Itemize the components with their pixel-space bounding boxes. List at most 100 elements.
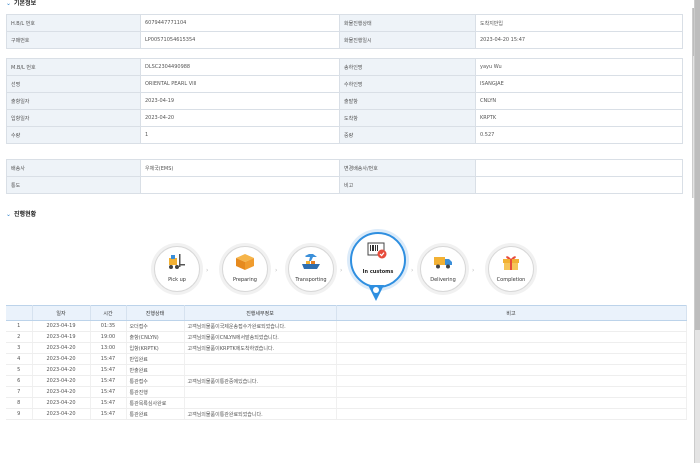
history-header-row: 일자 시간 진행상태 진행세부정보 비고 xyxy=(6,305,687,321)
cell-time: 15:47 xyxy=(90,397,127,409)
info-label: 수량 xyxy=(6,126,141,144)
info-label: 입항일자 xyxy=(6,109,141,127)
info-table-delivery: 배송사 우체국(EMS) 변경배송사/번호 통도 비고 xyxy=(6,159,683,194)
cell-detail: 고객님의물품이KRPTK에도착하였습니다. xyxy=(184,342,337,354)
cell-index: 4 xyxy=(6,353,33,365)
customs-icon xyxy=(367,242,387,259)
info-label: 출발항 xyxy=(339,92,476,110)
cell-status: 통관접수 xyxy=(126,375,185,387)
cell-status: 반입완료 xyxy=(126,353,185,365)
info-row: H.B/L 번호 6079447771104 화물진행상태 도착지반입 xyxy=(6,14,683,32)
table-row[interactable]: 4 2023-04-20 15:47 반입완료 xyxy=(6,353,687,365)
cell-remark xyxy=(336,320,687,332)
table-row[interactable]: 7 2023-04-20 15:47 통관진행 xyxy=(6,386,687,398)
cell-index: 6 xyxy=(6,375,33,387)
info-value: 6079447771104 xyxy=(140,14,340,32)
progress-title-text: 진행현황 xyxy=(14,211,37,218)
info-value: DLSC2304490988 xyxy=(140,58,340,76)
cell-date: 2023-04-20 xyxy=(32,375,91,387)
scrollbar-thumb[interactable] xyxy=(695,0,700,330)
step-label: Completion xyxy=(496,277,526,283)
cell-time: 01:35 xyxy=(90,320,127,332)
cell-time: 13:00 xyxy=(90,342,127,354)
step-transporting: Transporting xyxy=(288,246,334,292)
table-row[interactable]: 1 2023-04-19 01:35 오더접수 고객님의물품이국제운송접수가완료… xyxy=(6,320,687,332)
cell-date: 2023-04-20 xyxy=(32,342,91,354)
history-table: 일자 시간 진행상태 진행세부정보 비고 1 2023-04-19 01:35 … xyxy=(6,305,687,420)
cell-remark xyxy=(336,386,687,398)
cell-status: 통관목록심사완료 xyxy=(126,397,185,409)
table-row[interactable]: 8 2023-04-20 15:47 통관목록심사완료 xyxy=(6,397,687,409)
cell-status: 반출완료 xyxy=(126,364,185,376)
cell-detail xyxy=(184,364,337,376)
ship-plane-icon xyxy=(302,254,320,269)
cell-index: 3 xyxy=(6,342,33,354)
cell-date: 2023-04-20 xyxy=(32,353,91,365)
collapse-arrow-icon[interactable]: ⌄ xyxy=(6,211,11,218)
cell-detail xyxy=(184,386,337,398)
info-value: 0.527 xyxy=(475,126,683,144)
table-row[interactable]: 9 2023-04-20 15:47 통관완료 고객님의물품이통관완료되었습니다… xyxy=(6,408,687,420)
info-label: 화물진행일시 xyxy=(339,31,476,49)
step-delivering: Delivering xyxy=(420,246,466,292)
info-value: 2023-04-20 15:47 xyxy=(475,31,683,49)
cell-remark xyxy=(336,364,687,376)
info-label: M.B/L 번호 xyxy=(6,58,141,76)
step-label: In customs xyxy=(362,269,394,275)
info-value: 우체국(EMS) xyxy=(140,159,340,177)
step-pickup: Pick up xyxy=(154,246,200,292)
cell-remark xyxy=(336,331,687,343)
table-row[interactable]: 2 2023-04-19 19:00 출항(CNLYN) 고객님의물품이CNLY… xyxy=(6,331,687,343)
pin-dot xyxy=(373,287,379,293)
step-in-customs: In customs xyxy=(350,232,406,288)
cell-index: 9 xyxy=(6,408,33,420)
cell-detail: 고객님의물품이CNLYN에서발송되었습니다. xyxy=(184,331,337,343)
info-label: 비고 xyxy=(339,176,476,194)
info-value: ORIENTAL PEARL VIII xyxy=(140,75,340,93)
info-value: LP00571054615354 xyxy=(140,31,340,49)
info-label: 송하인명 xyxy=(339,58,476,76)
chevron-right-icon: › xyxy=(206,267,209,274)
cell-index: 1 xyxy=(6,320,33,332)
table-row[interactable]: 3 2023-04-20 13:00 입항(KRPTK) 고객님의물품이KRPT… xyxy=(6,342,687,354)
info-label: 출항일자 xyxy=(6,92,141,110)
step-completion: Completion xyxy=(488,246,534,292)
progress-title: ⌄ 진행현황 xyxy=(6,209,36,218)
info-value: 1 xyxy=(140,126,340,144)
info-value: CNLYN xyxy=(475,92,683,110)
info-value xyxy=(475,176,683,194)
table-row[interactable]: 6 2023-04-20 15:47 통관접수 고객님의물품이통관중에있습니다. xyxy=(6,375,687,387)
info-row: 구매번호 LP00571054615354 화물진행일시 2023-04-20 … xyxy=(6,31,683,49)
cell-date: 2023-04-19 xyxy=(32,320,91,332)
cell-time: 15:47 xyxy=(90,364,127,376)
info-value: 도착지반입 xyxy=(475,14,683,32)
cell-remark xyxy=(336,397,687,409)
info-row: 통도 비고 xyxy=(6,176,683,194)
chevron-right-icon: › xyxy=(411,267,414,274)
cell-remark xyxy=(336,342,687,354)
cell-date: 2023-04-20 xyxy=(32,386,91,398)
cell-detail: 고객님의물품이국제운송접수가완료되었습니다. xyxy=(184,320,337,332)
cell-date: 2023-04-20 xyxy=(32,397,91,409)
cell-time: 15:47 xyxy=(90,353,127,365)
forklift-icon xyxy=(169,254,185,269)
step-preparing: Preparing xyxy=(222,246,268,292)
cell-index: 8 xyxy=(6,397,33,409)
info-label: 배송사 xyxy=(6,159,141,177)
cell-detail xyxy=(184,353,337,365)
page-scrollbar[interactable] xyxy=(694,0,700,463)
info-value: yayu Wu xyxy=(475,58,683,76)
info-label: 도착항 xyxy=(339,109,476,127)
info-label: 통도 xyxy=(6,176,141,194)
cell-time: 15:47 xyxy=(90,386,127,398)
info-row: 수량 1 중량 0.527 xyxy=(6,126,683,144)
gift-icon xyxy=(503,256,519,270)
info-row: 출항일자 2023-04-19 출발항 CNLYN xyxy=(6,92,683,110)
table-row[interactable]: 5 2023-04-20 15:47 반출완료 xyxy=(6,364,687,376)
info-value: 2023-04-20 xyxy=(140,109,340,127)
cell-status: 통관완료 xyxy=(126,408,185,420)
cell-status: 출항(CNLYN) xyxy=(126,331,185,343)
cell-detail: 고객님의물품이통관완료되었습니다. xyxy=(184,408,337,420)
cell-time: 15:47 xyxy=(90,375,127,387)
collapse-arrow-icon[interactable]: ⌄ xyxy=(6,0,11,7)
